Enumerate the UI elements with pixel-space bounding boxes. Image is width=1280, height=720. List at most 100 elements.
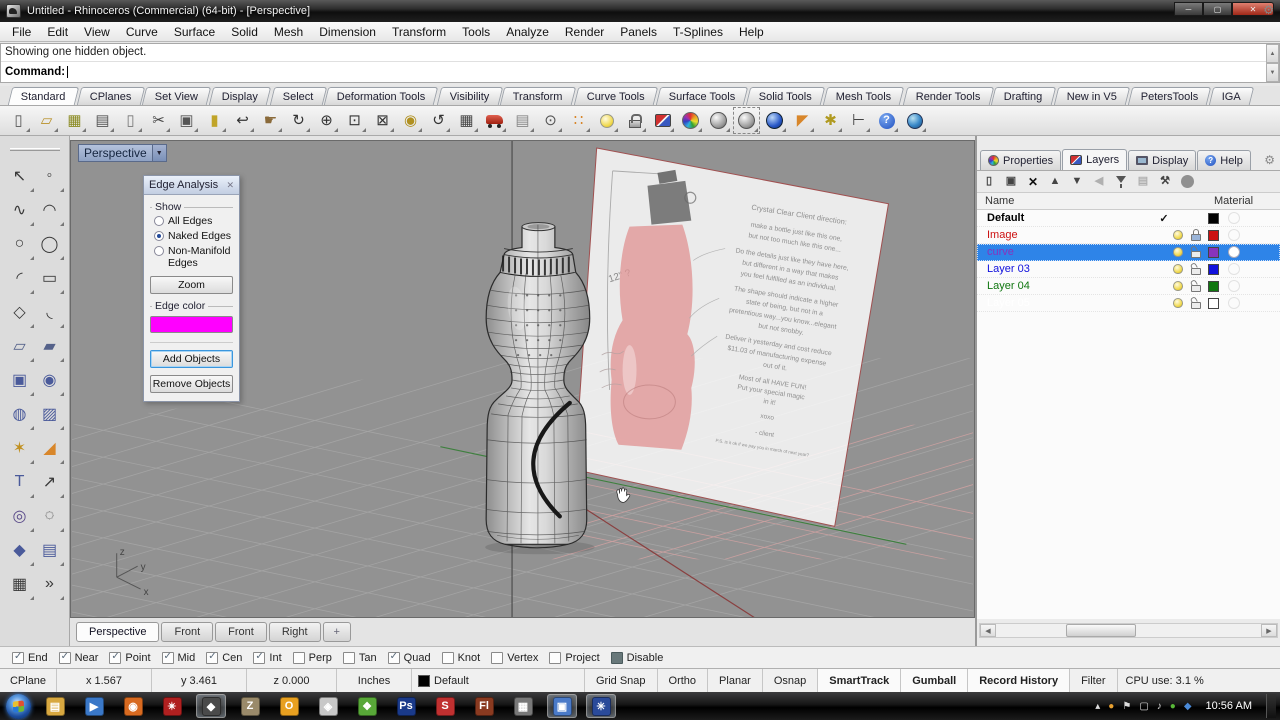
radio-naked-edges[interactable]: Naked Edges bbox=[154, 230, 233, 242]
trim-icon[interactable]: ◢ bbox=[35, 431, 65, 465]
layer-list-scrollbar[interactable]: ◀ ▶ bbox=[979, 623, 1278, 638]
layer-help-icon[interactable] bbox=[1179, 174, 1195, 190]
checkbox[interactable]: ✓ bbox=[109, 651, 122, 664]
boolean-icon[interactable]: ◆ bbox=[5, 533, 35, 567]
open-file-icon[interactable]: ▱ bbox=[34, 108, 59, 133]
scroll-left-icon[interactable]: ◀ bbox=[980, 624, 996, 637]
zoom-dynamic-icon[interactable]: ⊕ bbox=[314, 108, 339, 133]
zbrush-icon[interactable]: Z bbox=[235, 694, 265, 718]
viewport-tab-front-2[interactable]: Front bbox=[215, 622, 267, 642]
material-column-header[interactable]: Material bbox=[1214, 195, 1280, 207]
lock-icon[interactable] bbox=[1191, 228, 1202, 242]
menu-help[interactable]: Help bbox=[731, 23, 772, 41]
scroll-up-icon[interactable]: ▲ bbox=[1266, 44, 1279, 63]
pane-osnap[interactable]: Osnap bbox=[763, 669, 819, 692]
tray-expand-icon[interactable]: ▴ bbox=[1095, 701, 1100, 712]
text-object-icon[interactable]: T bbox=[5, 465, 35, 499]
show-desktop-button[interactable] bbox=[1266, 694, 1276, 718]
polygon-icon[interactable]: ◇ bbox=[5, 295, 35, 329]
viewport-tab-add[interactable]: + bbox=[322, 622, 351, 642]
layer-tools-icon[interactable]: ⚒ bbox=[1157, 174, 1173, 190]
undo-icon[interactable]: ↩ bbox=[230, 108, 255, 133]
delete-layer-icon[interactable]: ✕ bbox=[1025, 174, 1041, 190]
tab-display[interactable]: Display bbox=[209, 87, 272, 105]
media-player-icon[interactable]: ▶ bbox=[79, 694, 109, 718]
material-dot[interactable] bbox=[1228, 229, 1240, 241]
tray-user-icon[interactable]: ● bbox=[1108, 701, 1114, 712]
more-tools-icon[interactable]: » bbox=[35, 567, 65, 601]
show-objects-bulb-icon[interactable] bbox=[594, 108, 619, 133]
tab-transform[interactable]: Transform bbox=[499, 87, 577, 105]
rotate-view-icon[interactable]: ↻ bbox=[286, 108, 311, 133]
osnap-perp[interactable]: ✓ Perp bbox=[292, 651, 332, 664]
tab-select[interactable]: Select bbox=[269, 87, 327, 105]
pane-grid-snap[interactable]: Grid Snap bbox=[585, 669, 658, 692]
osnap-cen[interactable]: ✓ Cen bbox=[206, 651, 242, 664]
dimension-icon[interactable]: ⊢ bbox=[846, 108, 871, 133]
layer-row-image[interactable]: Image ✓ bbox=[977, 227, 1280, 244]
named-view-car-icon[interactable] bbox=[482, 108, 507, 133]
layer-report-icon[interactable]: ▤ bbox=[1135, 174, 1151, 190]
tab-cplanes[interactable]: CPlanes bbox=[76, 87, 145, 105]
tray-flag-icon[interactable]: ⚑ bbox=[1122, 701, 1131, 712]
layer-row-03[interactable]: Layer 03 ✓ bbox=[977, 261, 1280, 278]
remove-objects-button[interactable]: Remove Objects bbox=[150, 375, 233, 394]
copy-icon[interactable]: ▣ bbox=[174, 108, 199, 133]
sphere-icon[interactable]: ◉ bbox=[35, 363, 65, 397]
snowflake-app-icon[interactable]: ✳ bbox=[586, 694, 616, 718]
shaded-selected-icon[interactable] bbox=[733, 107, 760, 134]
scroll-down-icon[interactable]: ▼ bbox=[1266, 63, 1279, 82]
undo-view-icon[interactable]: ↺ bbox=[426, 108, 451, 133]
layer-row-04[interactable]: Layer 04 ✓ bbox=[977, 278, 1280, 295]
zoom-selected-icon[interactable]: ◉ bbox=[398, 108, 423, 133]
tab-surface-tools[interactable]: Surface Tools bbox=[655, 87, 749, 105]
tray-security-icon[interactable]: ● bbox=[1170, 701, 1176, 712]
tab-mesh-tools[interactable]: Mesh Tools bbox=[822, 87, 905, 105]
visibility-bulb-icon[interactable] bbox=[1173, 247, 1183, 257]
osnap-quad[interactable]: ✓ Quad bbox=[387, 651, 431, 664]
export-icon[interactable]: ▯ bbox=[118, 108, 143, 133]
menu-dimension[interactable]: Dimension bbox=[311, 23, 384, 41]
panel-gear-icon[interactable]: ⚙ bbox=[1264, 153, 1275, 167]
save-icon[interactable]: ▦ bbox=[62, 108, 87, 133]
cplane-icon[interactable]: ▤ bbox=[510, 108, 535, 133]
move-layer-down-icon[interactable]: ▼ bbox=[1069, 174, 1085, 190]
points-on-icon[interactable]: ◌ bbox=[35, 499, 65, 533]
checkbox[interactable]: ✓ bbox=[610, 651, 623, 664]
edge-analysis-titlebar[interactable]: Edge Analysis ✕ bbox=[144, 176, 239, 195]
app-green-icon[interactable]: ❖ bbox=[352, 694, 382, 718]
select-icon[interactable]: ↖ bbox=[5, 159, 35, 193]
help-icon[interactable] bbox=[874, 108, 899, 133]
tab-strip-gear-icon[interactable]: ⚙ bbox=[1263, 3, 1274, 17]
menu-transform[interactable]: Transform bbox=[384, 23, 454, 41]
zoom-extents-icon[interactable]: ⊠ bbox=[370, 108, 395, 133]
radio-all-edges[interactable]: All Edges bbox=[154, 215, 233, 227]
cplane-pane[interactable]: CPlane bbox=[0, 669, 57, 692]
toolbar-grip[interactable] bbox=[9, 148, 60, 151]
menu-view[interactable]: View bbox=[76, 23, 118, 41]
menu-analyze[interactable]: Analyze bbox=[498, 23, 557, 41]
layer-state-icon[interactable] bbox=[650, 108, 675, 133]
lock-objects-icon[interactable] bbox=[622, 108, 647, 133]
move-layer-up-icon[interactable]: ▲ bbox=[1047, 174, 1063, 190]
zoom-window-icon[interactable]: ⊡ bbox=[342, 108, 367, 133]
calculator-icon[interactable]: ▦ bbox=[508, 694, 538, 718]
tab-drafting[interactable]: Drafting bbox=[990, 87, 1056, 105]
checkbox[interactable]: ✓ bbox=[441, 651, 454, 664]
layer-row-default[interactable]: Default ✓ bbox=[977, 210, 1280, 227]
visibility-bulb-icon[interactable] bbox=[1173, 298, 1183, 308]
pane-gumball[interactable]: Gumball bbox=[901, 669, 969, 692]
tray-network-icon[interactable]: ▢ bbox=[1139, 701, 1148, 712]
menu-curve[interactable]: Curve bbox=[118, 23, 166, 41]
surface-icon[interactable]: ▱ bbox=[5, 329, 35, 363]
radio-non-manifold-edges[interactable]: Non-Manifold Edges bbox=[154, 245, 233, 269]
tab-render-tools[interactable]: Render Tools bbox=[902, 87, 994, 105]
scrollbar-thumb[interactable] bbox=[1066, 624, 1136, 637]
app-white-icon[interactable]: ◈ bbox=[313, 694, 343, 718]
pan-icon[interactable]: ☛ bbox=[258, 108, 283, 133]
pane-ortho[interactable]: Ortho bbox=[658, 669, 709, 692]
tab-peterstools[interactable]: PetersTools bbox=[1127, 87, 1212, 105]
photoshop-icon[interactable]: Ps bbox=[391, 694, 421, 718]
layer-color-swatch[interactable] bbox=[1208, 280, 1219, 292]
osnap-near[interactable]: ✓ Near bbox=[58, 651, 98, 664]
